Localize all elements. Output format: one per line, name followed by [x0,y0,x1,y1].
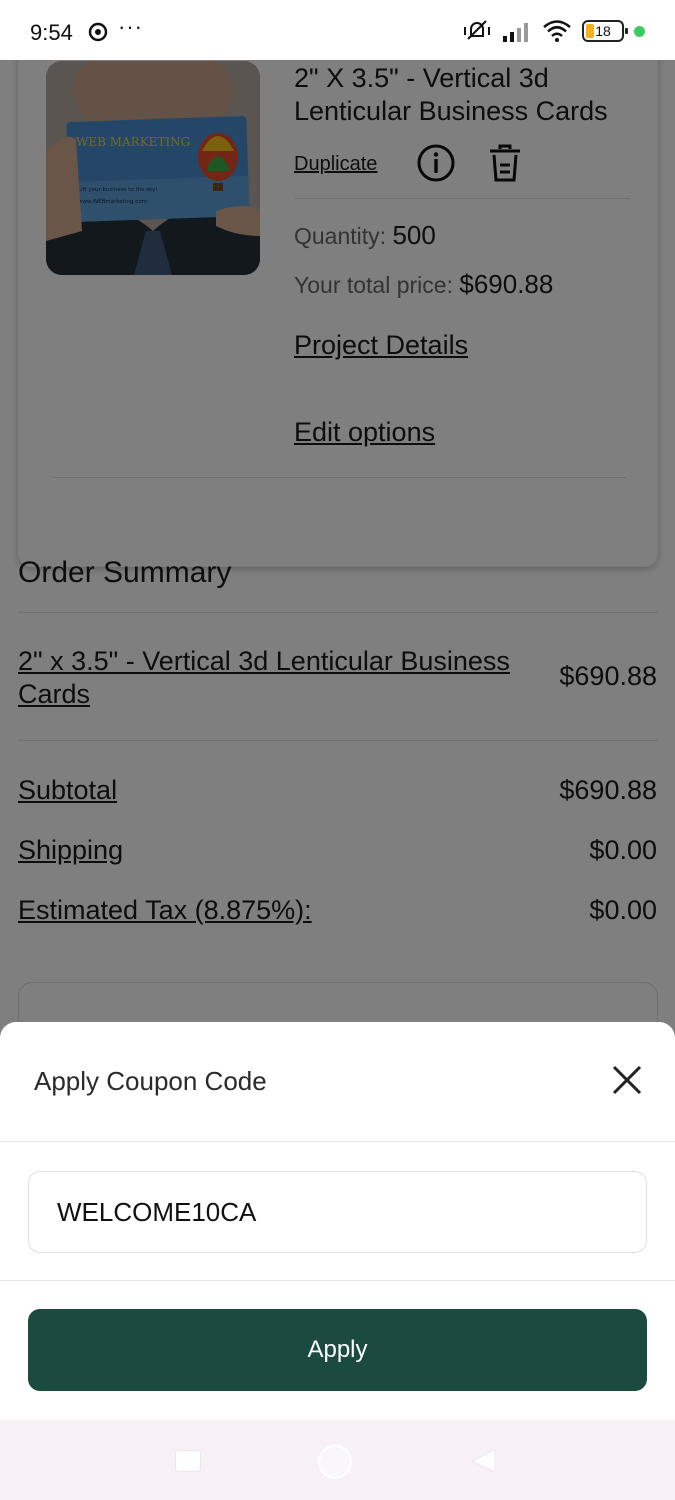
coupon-sheet-title: Apply Coupon Code [34,1066,267,1096]
battery-icon: 18 [582,20,628,42]
wifi-icon [543,20,571,42]
privacy-indicator-dot [634,25,645,37]
signal-icon [503,23,528,42]
sheet-divider [0,1141,675,1142]
sheet-divider [0,1280,675,1281]
coupon-bottom-sheet: Apply Coupon Code Apply [0,1022,675,1420]
system-nav-bar [0,1420,675,1500]
chrome-icon [88,22,108,42]
recent-apps-button[interactable] [175,1450,201,1472]
mute-vibrate-icon [464,20,490,40]
home-button[interactable] [318,1445,352,1479]
back-button-icon[interactable] [470,1448,496,1474]
more-notifications-icon: ··· [118,14,143,39]
apply-coupon-button[interactable]: Apply [28,1309,647,1391]
status-time: 9:54 [30,20,73,45]
close-icon[interactable] [609,1062,645,1098]
coupon-code-input[interactable] [28,1171,647,1253]
status-bar: 9:54 ··· 18 [0,0,675,60]
status-right-icons: 18 [462,18,645,44]
